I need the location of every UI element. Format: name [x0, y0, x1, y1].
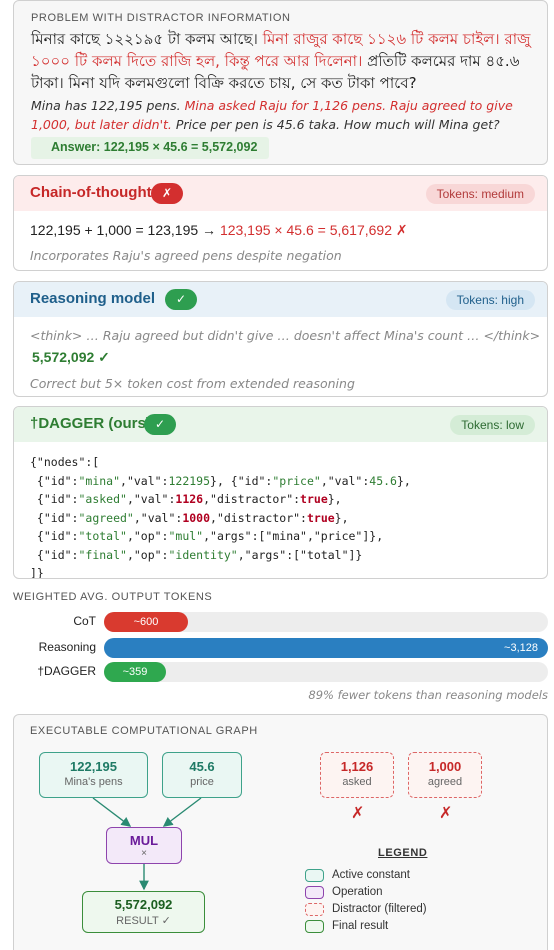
node-price: 45.6 price [162, 752, 242, 798]
node-label: Mina's pens [64, 776, 123, 788]
graph-edges [92, 797, 202, 891]
node-value: MUL [129, 833, 159, 848]
legend-label: Final result [332, 920, 389, 932]
node-value: 1,126 [340, 759, 374, 774]
node-asked-distractor: 1,126 asked [320, 752, 394, 798]
node-label: asked [342, 776, 372, 788]
node-label: price [190, 776, 214, 788]
legend-label: Distractor (filtered) [332, 903, 427, 915]
node-result: 5,572,092 RESULT ✓ [82, 891, 205, 933]
legend-swatch [305, 869, 324, 882]
legend-swatch [305, 886, 324, 899]
legend-label: Active constant [332, 869, 410, 881]
edge-price-mul [162, 797, 202, 827]
filtered-x-icon: ✗ [439, 803, 453, 822]
edge-mina-mul [92, 797, 132, 827]
node-mul-operation: MUL × [106, 827, 182, 864]
legend-swatch [305, 903, 324, 916]
legend-swatch [305, 920, 324, 933]
node-agreed-distractor: 1,000 agreed [408, 752, 482, 798]
node-label: RESULT ✓ [116, 915, 171, 927]
node-value: 1,000 [428, 759, 462, 774]
filtered-x-icon: ✗ [351, 803, 365, 822]
node-mina-pens: 122,195 Mina's pens [39, 752, 148, 798]
node-label: × [141, 848, 147, 859]
node-value: 45.6 [189, 759, 215, 774]
node-label: agreed [427, 776, 463, 788]
node-value: 5,572,092 [114, 897, 173, 912]
node-value: 122,195 [70, 759, 117, 774]
legend-label: Operation [332, 886, 383, 898]
legend-title: LEGEND [378, 847, 428, 859]
